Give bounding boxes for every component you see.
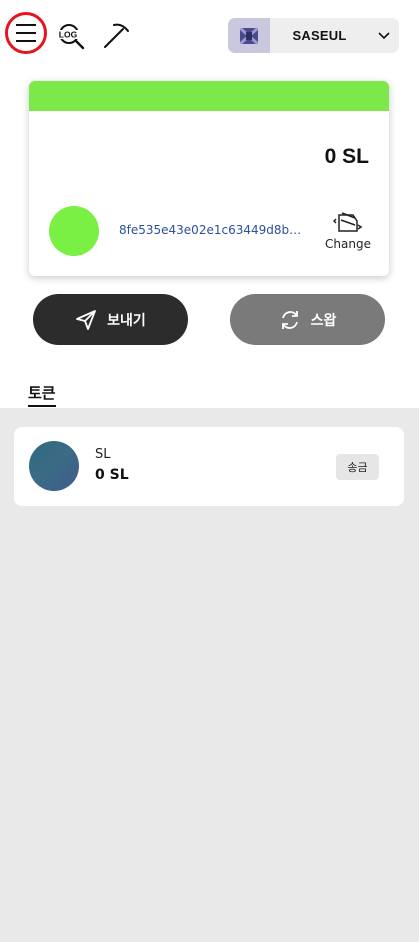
mining-button[interactable] [102, 21, 130, 49]
account-card-header [29, 81, 389, 111]
account-avatar [49, 206, 99, 256]
send-button[interactable]: 보내기 [33, 294, 188, 345]
send-label: 보내기 [107, 312, 146, 329]
network-selector[interactable]: SASEUL [228, 18, 399, 53]
paper-plane-icon [76, 309, 97, 330]
account-card: 0 SL 8fe535e43e02e1c63449d8bbd… Change [29, 81, 389, 276]
token-balance: 0 SL [95, 467, 129, 483]
log-search-icon: LOG [57, 24, 85, 50]
token-symbol: SL [95, 447, 111, 462]
token-list-item[interactable]: SL 0 SL 송금 [14, 427, 404, 506]
swap-button[interactable]: 스왑 [230, 294, 385, 345]
swap-label: 스왑 [310, 312, 337, 329]
token-transfer-button[interactable]: 송금 [336, 454, 379, 480]
network-logo-icon [228, 18, 270, 53]
pickaxe-icon [104, 23, 129, 48]
menu-button[interactable] [5, 12, 47, 54]
account-balance: 0 SL [324, 145, 369, 168]
account-address[interactable]: 8fe535e43e02e1c63449d8bbd… [119, 223, 304, 237]
change-account-button[interactable]: Change [321, 211, 375, 253]
network-name: SASEUL [292, 28, 347, 43]
wallet-switch-icon [333, 212, 363, 232]
token-icon [29, 441, 79, 491]
log-search-button[interactable]: LOG [56, 22, 86, 50]
tab-tokens[interactable]: 토큰 [28, 382, 56, 407]
change-label: Change [325, 237, 371, 251]
chevron-down-icon [369, 31, 399, 40]
log-icon-label: LOG [59, 30, 78, 40]
hamburger-icon [16, 24, 36, 42]
refresh-icon [281, 310, 298, 329]
